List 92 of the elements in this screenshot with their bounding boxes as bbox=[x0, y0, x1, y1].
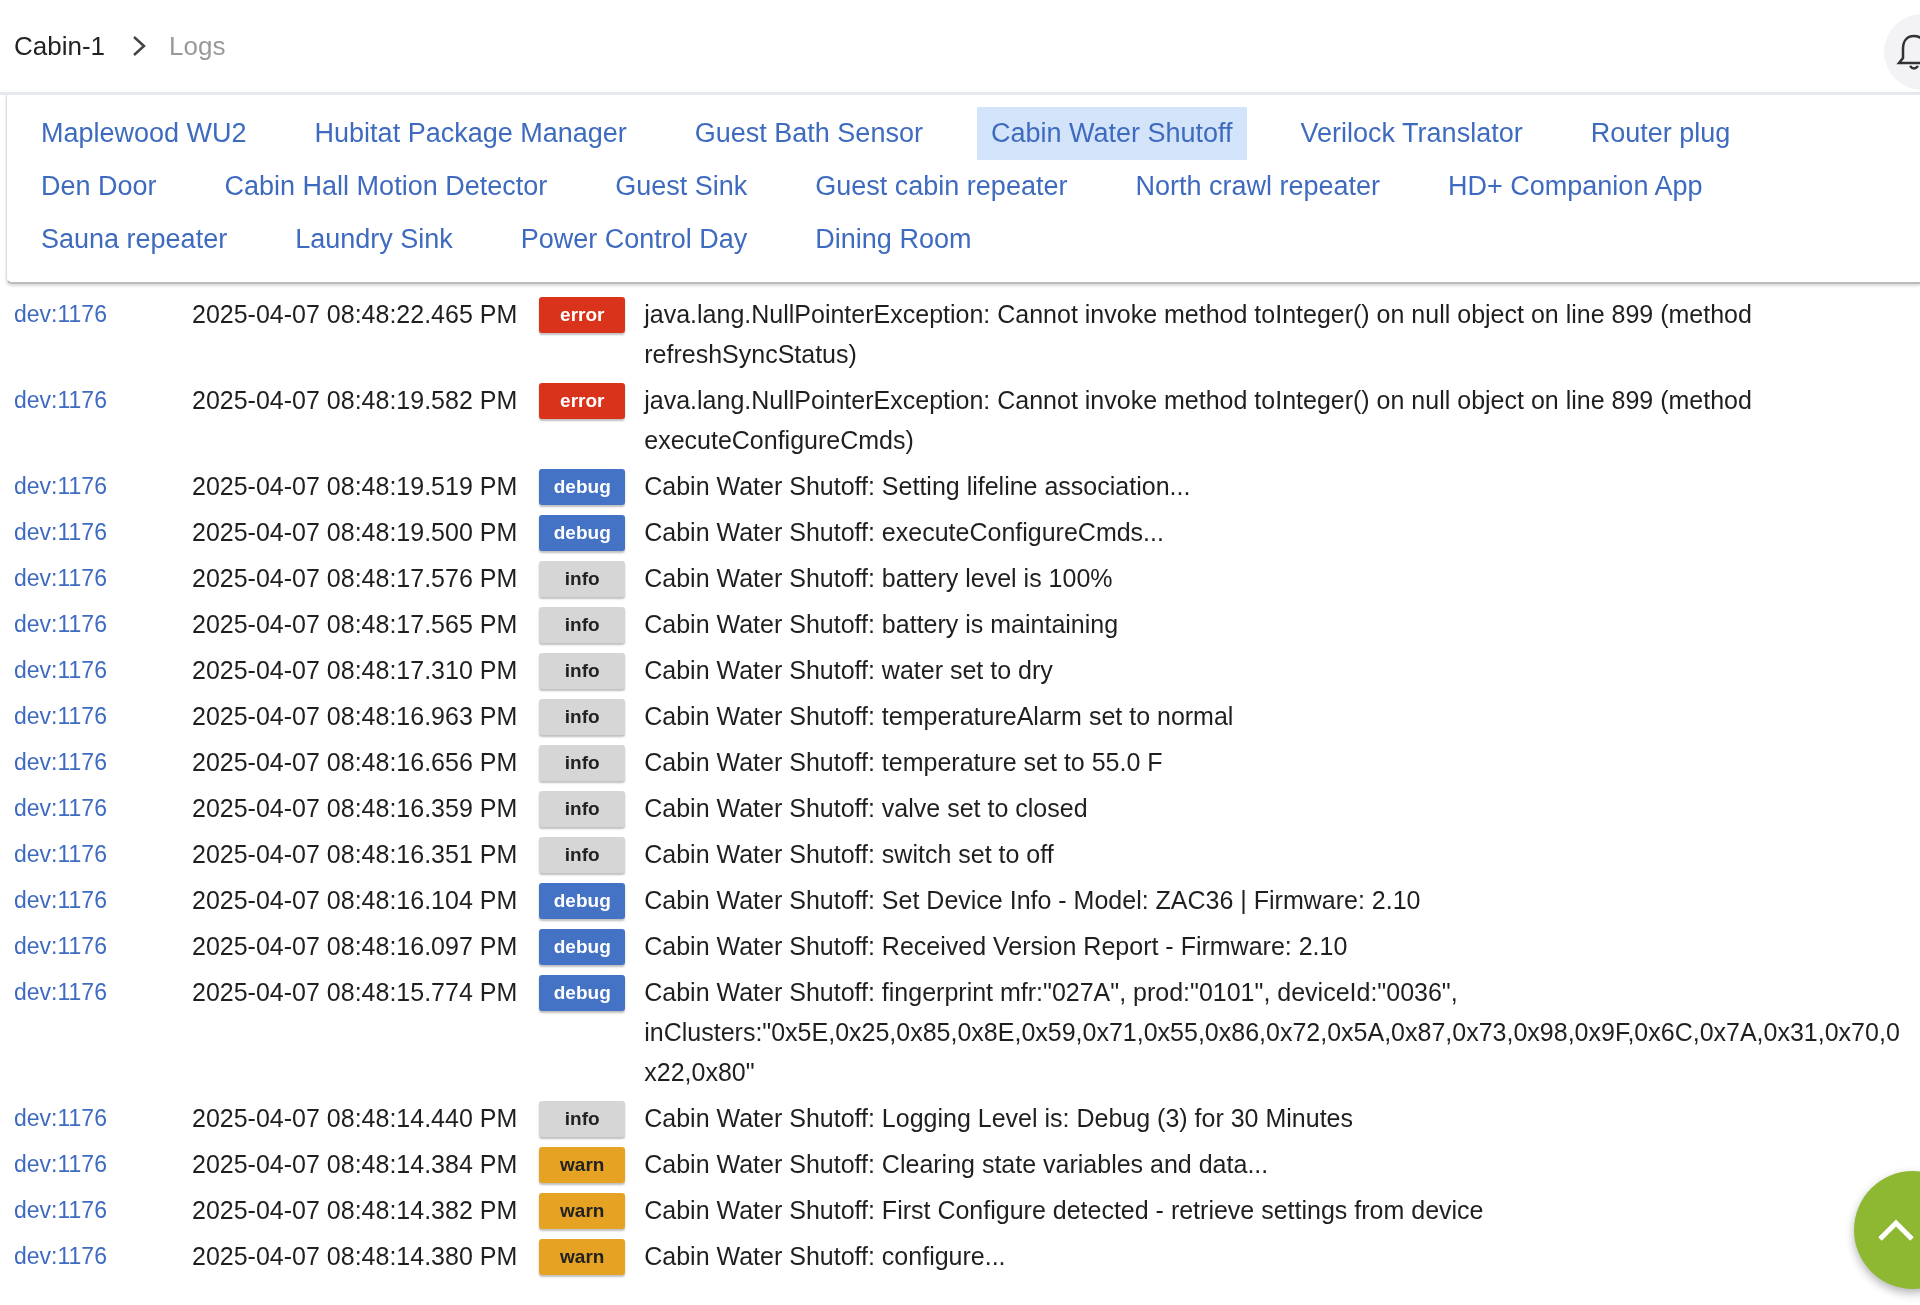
device-link[interactable]: dev:1176 bbox=[14, 1144, 192, 1184]
log-time: 2025-04-07 08:48:14.380 PM bbox=[192, 1241, 518, 1272]
log-time: 2025-04-07 08:48:15.774 PM bbox=[192, 977, 518, 1008]
device-link[interactable]: dev:1176 bbox=[14, 696, 192, 736]
log-level-badge: debug bbox=[539, 929, 626, 965]
log-level-badge: info bbox=[539, 561, 626, 597]
device-link[interactable]: dev:1176 bbox=[14, 1190, 192, 1230]
log-message: Cabin Water Shutoff: First Configure detected - retrieve settings from device bbox=[644, 1195, 1485, 1226]
log-message: Cabin Water Shutoff: battery is maintaining bbox=[644, 609, 1120, 640]
log-time: 2025-04-07 08:48:17.576 PM bbox=[192, 563, 518, 594]
log-message: Cabin Water Shutoff: water set to dry bbox=[644, 655, 1054, 686]
device-link[interactable]: dev:1176 bbox=[14, 604, 192, 644]
device-link[interactable]: dev:1176 bbox=[14, 650, 192, 690]
log-message: Cabin Water Shutoff: battery level is 100% bbox=[644, 563, 1114, 594]
device-tab[interactable]: Guest Sink bbox=[601, 160, 762, 213]
log-level-badge: error bbox=[539, 383, 626, 419]
log-message: Cabin Water Shutoff: switch set to off bbox=[644, 839, 1055, 870]
log-level-badge: info bbox=[539, 699, 626, 735]
log-time: 2025-04-07 08:48:16.104 PM bbox=[192, 885, 518, 916]
device-link[interactable]: dev:1176 bbox=[14, 558, 192, 598]
log-message: Cabin Water Shutoff: Set Device Info - Model: ZAC36 | Firmware: 2.10 bbox=[644, 885, 1422, 916]
device-tab[interactable]: Cabin Hall Motion Detector bbox=[210, 160, 562, 213]
log-message: Cabin Water Shutoff: temperature set to 55.0 F bbox=[644, 747, 1164, 778]
log-message: Cabin Water Shutoff: configure... bbox=[644, 1241, 1007, 1272]
log-message: java.lang.NullPointerException: Cannot invoke method toInteger() on null object on line 899 (method refreshSyncStatus) bbox=[644, 299, 1753, 370]
device-tab[interactable]: Router plug bbox=[1576, 107, 1745, 160]
log-time: 2025-04-07 08:48:19.500 PM bbox=[192, 517, 518, 548]
log-message: Cabin Water Shutoff: Received Version Report - Firmware: 2.10 bbox=[644, 931, 1349, 962]
log-time: 2025-04-07 08:48:16.359 PM bbox=[192, 793, 518, 824]
device-tab[interactable]: Den Door bbox=[27, 160, 171, 213]
device-tab[interactable]: Power Control Day bbox=[506, 213, 762, 266]
log-time: 2025-04-07 08:48:16.656 PM bbox=[192, 747, 518, 778]
log-message: Cabin Water Shutoff: Clearing state variables and data... bbox=[644, 1149, 1270, 1180]
device-tab[interactable]: Maplewood WU2 bbox=[27, 107, 261, 160]
log-time: 2025-04-07 08:48:19.519 PM bbox=[192, 471, 518, 502]
device-link[interactable]: dev:1176 bbox=[14, 466, 192, 506]
log-level-badge: warn bbox=[539, 1239, 626, 1275]
device-link[interactable]: dev:1176 bbox=[14, 880, 192, 920]
device-link[interactable]: dev:1176 bbox=[14, 834, 192, 874]
device-link[interactable]: dev:1176 bbox=[14, 742, 192, 782]
device-tab[interactable]: Hubitat Package Manager bbox=[300, 107, 641, 160]
breadcrumb-current: Logs bbox=[169, 30, 226, 62]
log-level-badge: info bbox=[539, 745, 626, 781]
device-link[interactable]: dev:1176 bbox=[14, 788, 192, 828]
log-level-badge: warn bbox=[539, 1147, 626, 1183]
log-level-badge: debug bbox=[539, 469, 626, 505]
device-link[interactable]: dev:1176 bbox=[14, 294, 192, 334]
log-time: 2025-04-07 08:48:22.465 PM bbox=[192, 299, 518, 330]
log-time: 2025-04-07 08:48:16.097 PM bbox=[192, 931, 518, 962]
device-tab[interactable]: North crawl repeater bbox=[1121, 160, 1395, 213]
log-level-badge: debug bbox=[539, 883, 626, 919]
log-message: Cabin Water Shutoff: Logging Level is: Debug (3) for 30 Minutes bbox=[644, 1103, 1354, 1134]
device-tab[interactable]: Guest Bath Sensor bbox=[680, 107, 937, 160]
device-tab[interactable]: Cabin Water Shutoff bbox=[976, 107, 1247, 160]
device-link[interactable]: dev:1176 bbox=[14, 972, 192, 1012]
device-tab[interactable]: Laundry Sink bbox=[281, 213, 467, 266]
device-tab[interactable]: Sauna repeater bbox=[27, 213, 242, 266]
log-level-badge: info bbox=[539, 837, 626, 873]
device-link[interactable]: dev:1176 bbox=[14, 926, 192, 966]
log-message: Cabin Water Shutoff: temperatureAlarm set to normal bbox=[644, 701, 1235, 732]
log-level-badge: warn bbox=[539, 1193, 626, 1229]
device-tab[interactable]: HD+ Companion App bbox=[1434, 160, 1717, 213]
device-link[interactable]: dev:1176 bbox=[14, 380, 192, 420]
log-message: Cabin Water Shutoff: fingerprint mfr:"027A", prod:"0101", deviceId:"0036", inClusters:"0x5E,0x25,0x85,0x8E,0x59,0x71,0x55,0x86,0x72,0x5A,0x87,0x73,0x98,0x9F,0x6C,0x7A,0x31,0x70,0x22,0x80" bbox=[644, 977, 1901, 1088]
log-time: 2025-04-07 08:48:17.310 PM bbox=[192, 655, 518, 686]
log-level-badge: debug bbox=[539, 515, 626, 551]
breadcrumb-link[interactable]: Cabin-1 bbox=[14, 30, 106, 62]
device-tab[interactable]: Guest cabin repeater bbox=[801, 160, 1082, 213]
log-level-badge: info bbox=[539, 1101, 626, 1137]
log-time: 2025-04-07 08:48:17.565 PM bbox=[192, 609, 518, 640]
device-link[interactable]: dev:1176 bbox=[14, 1236, 192, 1276]
log-time: 2025-04-07 08:48:16.963 PM bbox=[192, 701, 518, 732]
log-time: 2025-04-07 08:48:14.382 PM bbox=[192, 1195, 518, 1226]
log-level-badge: info bbox=[539, 653, 626, 689]
log-level-badge: info bbox=[539, 607, 626, 643]
log-time: 2025-04-07 08:48:16.351 PM bbox=[192, 839, 518, 870]
log-level-badge: info bbox=[539, 791, 626, 827]
log-message: Cabin Water Shutoff: valve set to closed bbox=[644, 793, 1089, 824]
log-message: java.lang.NullPointerException: Cannot invoke method toInteger() on null object on line 899 (method executeConfigureCmds) bbox=[644, 385, 1753, 456]
log-message: Cabin Water Shutoff: Setting lifeline association... bbox=[644, 471, 1192, 502]
log-message: Cabin Water Shutoff: executeConfigureCmds... bbox=[644, 517, 1165, 548]
device-tab[interactable]: Verilock Translator bbox=[1286, 107, 1537, 160]
chevron-up-icon bbox=[1876, 1217, 1916, 1243]
log-level-badge: debug bbox=[539, 975, 626, 1011]
log-level-badge: error bbox=[539, 297, 626, 333]
log-time: 2025-04-07 08:48:19.582 PM bbox=[192, 385, 518, 416]
device-link[interactable]: dev:1176 bbox=[14, 512, 192, 552]
log-time: 2025-04-07 08:48:14.440 PM bbox=[192, 1103, 518, 1134]
chevron-right-icon bbox=[131, 34, 148, 58]
log-time: 2025-04-07 08:48:14.384 PM bbox=[192, 1149, 518, 1180]
device-link[interactable]: dev:1176 bbox=[14, 1098, 192, 1138]
device-tab[interactable]: Dining Room bbox=[801, 213, 986, 266]
